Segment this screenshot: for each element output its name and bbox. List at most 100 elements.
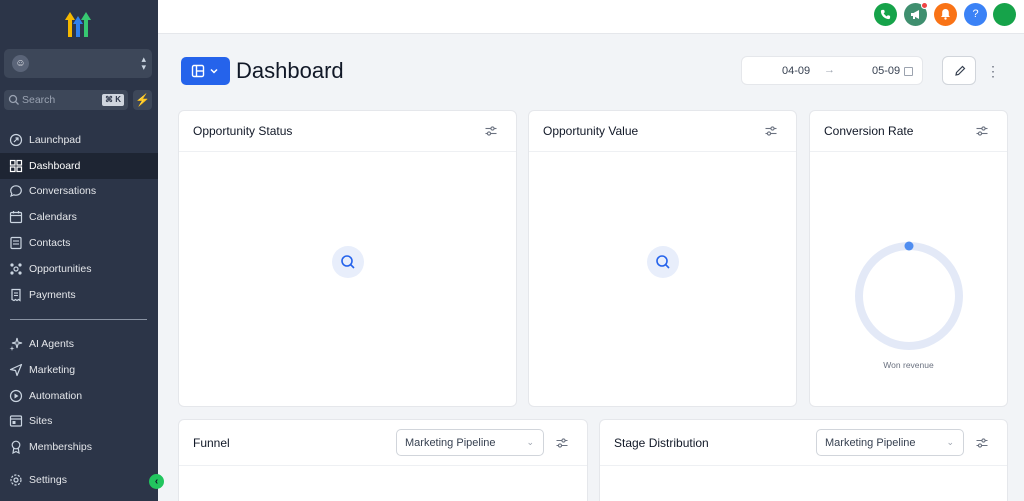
sidebar-item-dashboard[interactable]: Dashboard <box>0 153 158 179</box>
sidebar-item-label: AI Agents <box>29 338 74 350</box>
sidebar: ☺ ▴ ▾ Search ⌘ K ⚡ Launchpad Dashboard Co… <box>0 0 158 501</box>
sidebar-item-conversations[interactable]: Conversations <box>0 178 158 204</box>
sidebar-item-label: Payments <box>29 289 76 301</box>
pipeline-select-value: Marketing Pipeline <box>825 437 916 449</box>
phone-icon <box>880 9 891 20</box>
filter-icon[interactable] <box>975 124 989 138</box>
send-icon <box>9 363 23 377</box>
account-avatar-icon: ☺ <box>12 55 29 72</box>
filter-icon[interactable] <box>484 124 498 138</box>
search-input[interactable]: Search ⌘ K <box>4 90 128 110</box>
arrow-right-icon: → <box>824 64 835 76</box>
brand-logo[interactable] <box>62 10 94 38</box>
award-icon <box>11 440 21 454</box>
donut-track <box>855 242 963 350</box>
chevron-left-icon: ‹ <box>154 476 159 487</box>
layout-icon <box>191 64 205 78</box>
sidebar-item-launchpad[interactable]: Launchpad <box>0 127 158 153</box>
card-header: Funnel Marketing Pipeline ⌄ <box>179 420 587 466</box>
loading-spinner <box>647 246 679 278</box>
profile-avatar[interactable] <box>993 3 1016 26</box>
sidebar-item-label: Conversations <box>29 185 97 197</box>
sidebar-item-marketing[interactable]: Marketing <box>0 357 158 383</box>
search-shortcut: ⌘ K <box>102 94 124 106</box>
opportunity-status-card: Opportunity Status <box>178 110 517 407</box>
card-title: Conversion Rate <box>824 124 914 138</box>
card-header: Conversion Rate <box>810 111 1007 152</box>
top-bar: ? <box>158 0 1024 34</box>
card-title: Stage Distribution <box>614 436 709 450</box>
sites-icon <box>9 415 23 427</box>
sidebar-item-ai-agents[interactable]: AI Agents <box>0 331 158 357</box>
date-start: 04-09 <box>782 65 811 77</box>
help-icon: ? <box>972 8 979 20</box>
conversion-donut <box>855 241 963 350</box>
edit-dashboard-button[interactable] <box>942 56 976 85</box>
calendar-icon <box>904 67 913 76</box>
card-title: Opportunity Value <box>543 124 639 138</box>
chevron-down-icon <box>210 68 218 74</box>
dashboard-icon <box>9 159 23 173</box>
phone-button[interactable] <box>874 3 897 26</box>
sidebar-item-label: Sites <box>29 415 53 427</box>
sidebar-item-memberships[interactable]: Memberships <box>0 434 158 460</box>
sidebar-item-settings[interactable]: Settings <box>0 467 158 493</box>
filter-icon[interactable] <box>555 436 569 450</box>
opportunity-value-card: Opportunity Value <box>528 110 797 407</box>
announcements-button[interactable] <box>904 2 928 26</box>
sparkle-icon <box>9 337 23 351</box>
more-vertical-icon: ⋮ <box>986 63 1000 79</box>
chevron-down-icon: ⌄ <box>526 437 534 447</box>
bell-icon <box>941 9 950 20</box>
card-title: Funnel <box>193 436 230 450</box>
search-icon <box>341 255 355 269</box>
search-icon <box>656 255 670 269</box>
sidebar-item-label: Contacts <box>29 237 71 249</box>
chat-icon <box>10 185 22 198</box>
more-options-button[interactable]: ⋮ <box>986 62 1000 80</box>
pencil-icon <box>955 65 966 76</box>
automation-icon <box>9 389 23 403</box>
sidebar-item-label: Automation <box>29 390 83 402</box>
sidebar-item-opportunities[interactable]: Opportunities <box>0 256 158 282</box>
dashboard-switcher-button[interactable] <box>181 57 230 85</box>
donut-caption: Won revenue <box>883 360 934 370</box>
date-end: 05-09 <box>872 65 901 77</box>
account-switcher[interactable]: ☺ ▴ ▾ <box>4 49 152 78</box>
date-range-picker[interactable]: 04-09 → 05-09 <box>741 56 923 85</box>
notifications-button[interactable] <box>934 3 957 26</box>
sidebar-item-calendars[interactable]: Calendars <box>0 204 158 230</box>
sidebar-item-contacts[interactable]: Contacts <box>0 230 158 256</box>
card-header: Stage Distribution Marketing Pipeline ⌄ <box>600 420 1007 466</box>
loading-spinner <box>332 246 364 278</box>
quick-action-button[interactable]: ⚡ <box>133 90 152 110</box>
collapse-sidebar-button[interactable]: ‹ <box>149 474 164 489</box>
card-header: Opportunity Status <box>179 111 516 152</box>
sidebar-item-label: Dashboard <box>29 160 81 172</box>
chevron-updown-icon: ▴ ▾ <box>141 54 146 72</box>
sidebar-item-label: Settings <box>29 474 67 486</box>
pipeline-select[interactable]: Marketing Pipeline ⌄ <box>396 429 544 456</box>
sidebar-item-payments[interactable]: Payments <box>0 282 158 308</box>
pipeline-select[interactable]: Marketing Pipeline ⌄ <box>816 429 964 456</box>
contacts-icon <box>10 236 22 250</box>
sidebar-item-automation[interactable]: Automation <box>0 383 158 409</box>
sidebar-item-label: Opportunities <box>29 263 92 275</box>
help-button[interactable]: ? <box>964 3 987 26</box>
bolt-icon: ⚡ <box>135 93 150 107</box>
sidebar-item-sites[interactable]: Sites <box>0 408 158 434</box>
calendar-icon <box>9 211 23 224</box>
sidebar-item-label: Calendars <box>29 211 77 223</box>
card-title: Opportunity Status <box>193 124 293 138</box>
filter-icon[interactable] <box>764 124 778 138</box>
sidebar-item-label: Memberships <box>29 441 93 453</box>
gear-icon <box>10 474 22 486</box>
search-placeholder: Search <box>22 94 56 106</box>
filter-icon[interactable] <box>975 436 989 450</box>
page-title: Dashboard <box>236 58 344 83</box>
opportunities-icon <box>10 263 22 275</box>
sidebar-item-label: Marketing <box>29 364 76 376</box>
pipeline-select-value: Marketing Pipeline <box>405 437 496 449</box>
payments-icon <box>11 288 21 302</box>
launchpad-icon <box>9 133 23 147</box>
